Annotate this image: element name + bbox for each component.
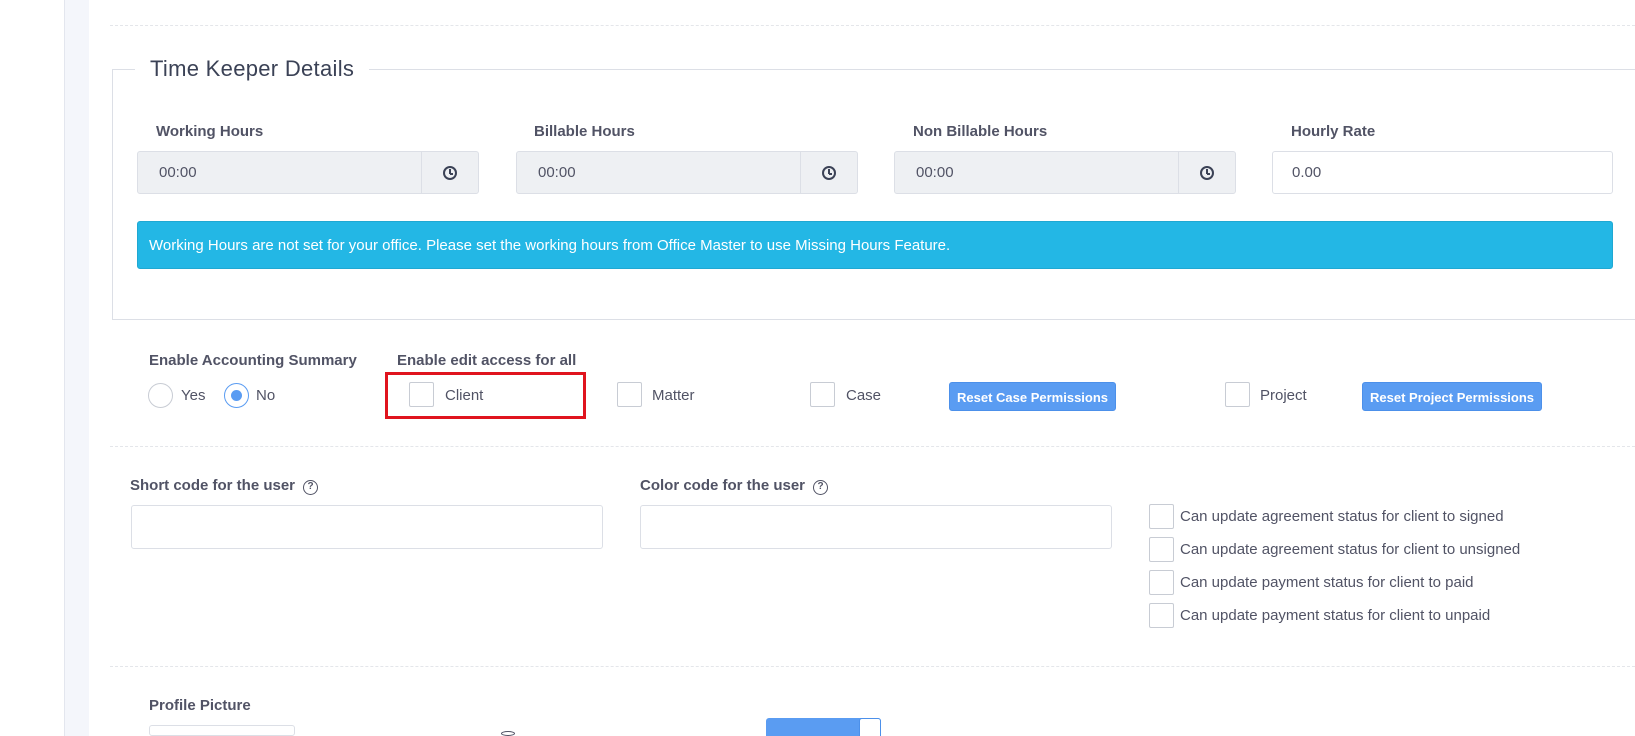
perm-payment-unpaid-label: Can update payment status for client to … bbox=[1180, 607, 1491, 624]
clock-icon bbox=[822, 165, 836, 180]
billable-hours-label: Billable Hours bbox=[534, 123, 635, 140]
working-hours-input[interactable]: 00:00 bbox=[137, 151, 479, 194]
matter-label: Matter bbox=[652, 387, 695, 404]
perm-payment-unpaid-checkbox[interactable] bbox=[1149, 603, 1174, 628]
perm-agreement-unsigned-label: Can update agreement status for client t… bbox=[1180, 541, 1521, 558]
time-keeper-fieldset bbox=[112, 69, 1635, 320]
reset-project-permissions-button[interactable]: Reset Project Permissions bbox=[1362, 382, 1543, 411]
project-checkbox[interactable] bbox=[1225, 382, 1250, 407]
non-billable-hours-value: 00:00 bbox=[916, 164, 954, 181]
working-hours-value: 00:00 bbox=[159, 164, 197, 181]
perm-agreement-unsigned-checkbox[interactable] bbox=[1149, 537, 1174, 562]
reset-case-permissions-button[interactable]: Reset Case Permissions bbox=[949, 382, 1117, 411]
perm-agreement-signed-label: Can update agreement status for client t… bbox=[1180, 508, 1504, 525]
non-billable-hours-input[interactable]: 00:00 bbox=[894, 151, 1236, 194]
toggle-knob[interactable] bbox=[859, 718, 881, 736]
billable-hours-input[interactable]: 00:00 bbox=[516, 151, 858, 194]
section-divider bbox=[110, 446, 1635, 447]
hourly-rate-value: 0.00 bbox=[1292, 164, 1322, 181]
matter-checkbox[interactable] bbox=[617, 382, 642, 407]
help-icon[interactable] bbox=[501, 731, 515, 736]
profile-picture-upload[interactable] bbox=[149, 725, 295, 736]
short-code-label: Short code for the user? bbox=[130, 477, 319, 495]
section-divider bbox=[110, 666, 1635, 667]
short-code-input[interactable] bbox=[131, 505, 603, 549]
short-code-label-text: Short code for the user bbox=[130, 477, 296, 494]
profile-toggle[interactable] bbox=[766, 718, 881, 736]
perm-agreement-signed-checkbox[interactable] bbox=[1149, 504, 1174, 529]
time-keeper-legend: Time Keeper Details bbox=[135, 56, 370, 82]
left-gutter bbox=[0, 0, 64, 736]
hourly-rate-label: Hourly Rate bbox=[1291, 123, 1376, 140]
billable-hours-value: 00:00 bbox=[538, 164, 576, 181]
billable-hours-clock-button[interactable] bbox=[800, 152, 857, 193]
edit-access-label: Enable edit access for all bbox=[397, 352, 577, 369]
non-billable-hours-label: Non Billable Hours bbox=[913, 123, 1048, 140]
accounting-yes-label: Yes bbox=[181, 387, 206, 404]
working-hours-clock-button[interactable] bbox=[421, 152, 478, 193]
side-rail bbox=[64, 0, 89, 736]
perm-payment-paid-label: Can update payment status for client to … bbox=[1180, 574, 1474, 591]
non-billable-hours-clock-button[interactable] bbox=[1178, 152, 1235, 193]
accounting-summary-label: Enable Accounting Summary bbox=[149, 352, 357, 369]
clock-icon bbox=[443, 165, 457, 180]
accounting-no-label: No bbox=[256, 387, 276, 404]
case-checkbox[interactable] bbox=[810, 382, 835, 407]
working-hours-label: Working Hours bbox=[156, 123, 264, 140]
case-label: Case bbox=[846, 387, 882, 404]
project-label: Project bbox=[1260, 387, 1307, 404]
hourly-rate-input[interactable]: 0.00 bbox=[1272, 151, 1613, 194]
color-code-input[interactable] bbox=[640, 505, 1112, 549]
section-divider bbox=[110, 25, 1635, 26]
client-label: Client bbox=[445, 387, 484, 404]
help-icon[interactable]: ? bbox=[303, 480, 319, 495]
working-hours-info-alert: Working Hours are not set for your offic… bbox=[137, 221, 1613, 269]
accounting-no-radio[interactable] bbox=[224, 383, 249, 408]
client-checkbox[interactable] bbox=[409, 382, 434, 407]
perm-payment-paid-checkbox[interactable] bbox=[1149, 570, 1174, 595]
color-code-label-text: Color code for the user bbox=[640, 477, 806, 494]
accounting-yes-radio[interactable] bbox=[148, 383, 173, 408]
profile-picture-label: Profile Picture bbox=[149, 697, 251, 714]
color-code-label: Color code for the user? bbox=[640, 477, 829, 495]
clock-icon bbox=[1200, 165, 1214, 180]
help-icon[interactable]: ? bbox=[813, 480, 829, 495]
